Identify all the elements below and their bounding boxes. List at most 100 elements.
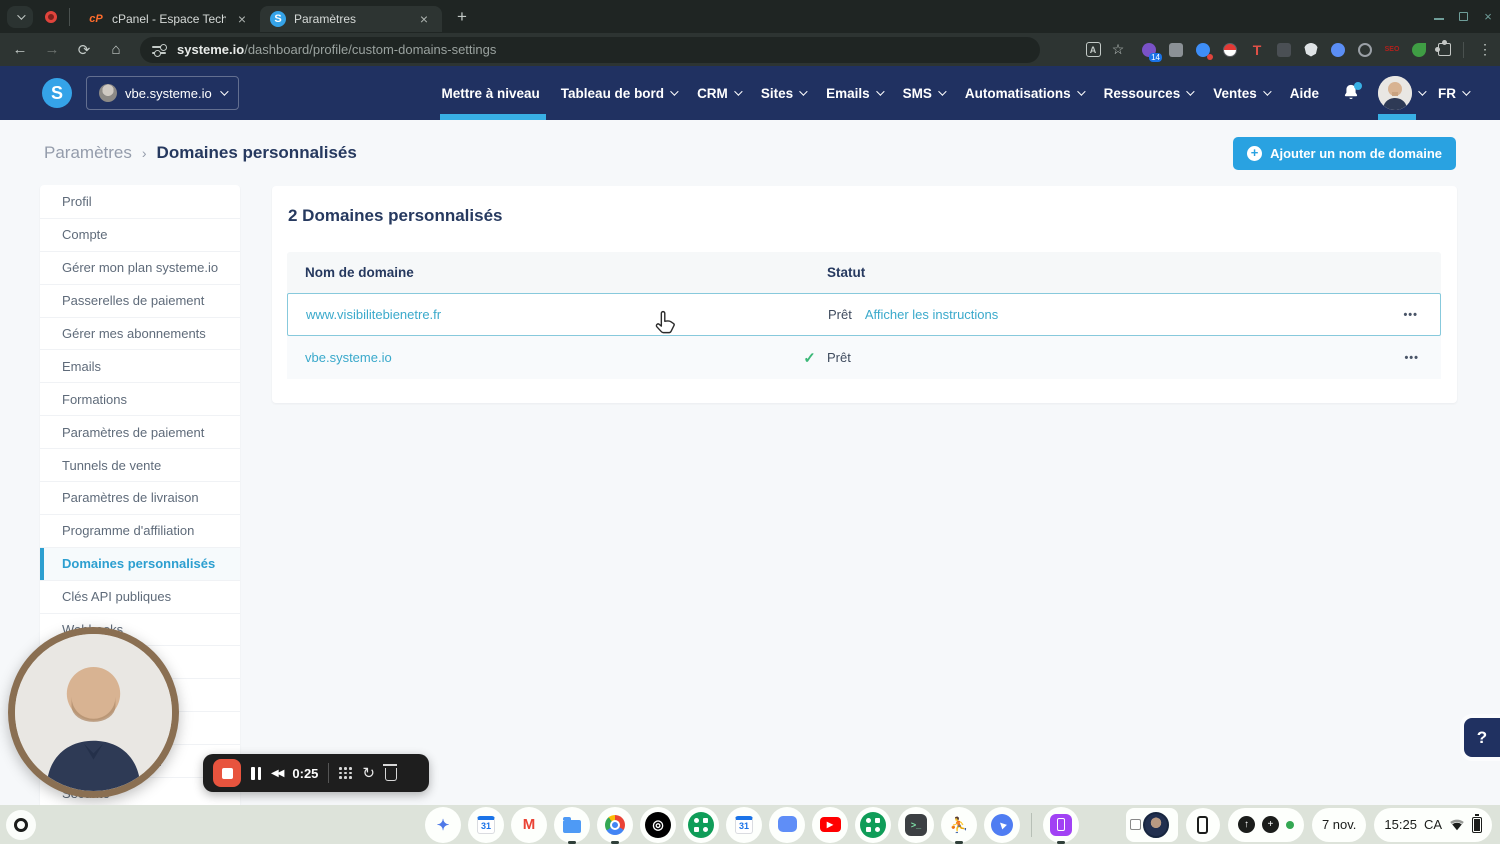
sidebar-item-g-rer-mes-abonnements[interactable]: Gérer mes abonnements [40, 317, 240, 350]
date-tray[interactable]: 7 nov. [1312, 808, 1366, 842]
domain-cell: www.visibilitebienetre.fr [288, 307, 793, 322]
camera-ext-icon[interactable] [1275, 41, 1293, 59]
gmail-icon[interactable]: M [511, 807, 547, 843]
nav-item-ressources[interactable]: Ressources [1104, 66, 1193, 120]
sidebar-item-domaines-personnalis-s[interactable]: Domaines personnalisés [40, 547, 240, 580]
nav-item-crm[interactable]: CRM [697, 66, 740, 120]
pause-recording-button[interactable] [251, 767, 261, 780]
rocket-icon[interactable]: ▲ [984, 807, 1020, 843]
chrome-icon[interactable] [597, 807, 633, 843]
password-manager-icon[interactable]: 14 [1140, 41, 1158, 59]
browser-menu-icon[interactable]: ⋮ [1478, 41, 1492, 58]
rewind-icon[interactable]: ◀◀ [271, 768, 282, 779]
restart-recording-icon[interactable]: ↻ [362, 764, 375, 782]
nav-item-tableau-de-bord[interactable]: Tableau de bord [561, 66, 676, 120]
audio-spiral-icon[interactable]: ◎ [640, 807, 676, 843]
files-icon[interactable] [554, 807, 590, 843]
quick-status-tray[interactable]: ↑ + [1228, 808, 1304, 842]
gemini-icon[interactable]: ✦ [425, 807, 461, 843]
youtube-icon[interactable]: ▶ [812, 807, 848, 843]
stop-recording-button[interactable] [213, 759, 241, 787]
shield-icon[interactable] [1302, 41, 1320, 59]
sidebar-item-compte[interactable]: Compte [40, 218, 240, 251]
terminal-icon[interactable]: >_ [898, 807, 934, 843]
browser-tab-parametres[interactable]: S Paramètres × [260, 6, 442, 32]
sidebar-item-cl-s-api-publiques[interactable]: Clés API publiques [40, 580, 240, 613]
globe-icon[interactable] [1356, 41, 1374, 59]
chevron-down-icon [938, 87, 946, 95]
sidebar-item-programme-d-affiliation[interactable]: Programme d'affiliation [40, 514, 240, 547]
nav-item-emails[interactable]: Emails [826, 66, 882, 120]
colorpicker-icon[interactable] [1194, 41, 1212, 59]
calendar-alt-icon[interactable]: 31 [726, 807, 762, 843]
launcher-button[interactable] [6, 810, 36, 840]
add-domain-button[interactable]: + Ajouter un nom de domaine [1233, 137, 1456, 170]
close-tab-icon[interactable]: × [234, 11, 250, 27]
delete-recording-icon[interactable] [385, 768, 397, 781]
systeme-logo[interactable]: S [42, 78, 72, 108]
webcam-bubble[interactable] [8, 627, 179, 798]
calendar-icon[interactable]: 31 [468, 807, 504, 843]
new-tab-button[interactable]: + [450, 5, 474, 29]
blue-flower-icon[interactable] [1329, 41, 1347, 59]
nav-item-automatisations[interactable]: Automatisations [965, 66, 1083, 120]
meet-people-icon[interactable]: ⛹ [941, 807, 977, 843]
sidebar-item-g-rer-mon-plan-systeme-io[interactable]: Gérer mon plan systeme.io [40, 251, 240, 284]
seo-icon[interactable]: SEO [1383, 41, 1401, 59]
play-family-icon[interactable] [683, 807, 719, 843]
close-tab-icon[interactable]: × [416, 11, 432, 27]
red-t-icon[interactable]: T [1248, 41, 1266, 59]
sidebar-item-param-tres-de-livraison[interactable]: Paramètres de livraison [40, 481, 240, 514]
sidebar-item-passerelles-de-paiement[interactable]: Passerelles de paiement [40, 284, 240, 317]
home-icon[interactable]: ⌂ [104, 38, 128, 62]
cpanel-favicon: cP [88, 11, 104, 27]
back-icon[interactable]: ← [8, 38, 32, 62]
forward-icon[interactable]: → [40, 38, 64, 62]
language-selector[interactable]: FR [1438, 86, 1468, 101]
address-bar[interactable]: systeme.io/dashboard/profile/custom-doma… [140, 37, 1040, 63]
sidebar-item-tunnels-de-vente[interactable]: Tunnels de vente [40, 448, 240, 481]
sidebar-item-param-tres-de-paiement[interactable]: Paramètres de paiement [40, 415, 240, 448]
sidebar-item-profil[interactable]: Profil [40, 185, 240, 218]
nav-item-ventes[interactable]: Ventes [1213, 66, 1269, 120]
table-row[interactable]: www.visibilitebienetre.frPrêtAfficher le… [287, 293, 1441, 336]
row-menu-icon[interactable]: ••• [1404, 352, 1419, 364]
phone-hub-app-icon[interactable] [1043, 807, 1079, 843]
presenter-video [15, 634, 172, 791]
row-menu-icon[interactable]: ••• [1403, 309, 1418, 321]
nav-item-aide[interactable]: Aide [1290, 66, 1319, 120]
sidebar-item-formations[interactable]: Formations [40, 382, 240, 415]
screenshot-preview[interactable] [1126, 808, 1178, 842]
sidebar-item-emails[interactable]: Emails [40, 349, 240, 382]
close-window-icon[interactable]: × [1482, 11, 1494, 23]
nav-item-mettre-niveau[interactable]: Mettre à niveau [442, 66, 540, 120]
tab-search-button[interactable] [7, 6, 33, 28]
extensions-puzzle-icon[interactable] [1438, 43, 1451, 56]
instructions-link[interactable]: Afficher les instructions [865, 307, 998, 322]
nav-item-sms[interactable]: SMS [903, 66, 944, 120]
browser-tab-cpanel[interactable]: cP cPanel - Espace Technique × [78, 6, 260, 32]
maximize-icon[interactable] [1459, 12, 1468, 21]
phone-hub-icon[interactable] [1186, 808, 1220, 842]
green-leaf-icon[interactable] [1410, 41, 1428, 59]
notifications-bell[interactable] [1340, 82, 1362, 104]
site-settings-icon[interactable] [152, 44, 168, 56]
reload-icon[interactable]: ⟳ [72, 38, 96, 62]
qr-grid-icon[interactable] [855, 807, 891, 843]
chat-icon[interactable] [769, 807, 805, 843]
help-button[interactable]: ? [1464, 718, 1500, 757]
system-tray[interactable]: 15:25 CA [1374, 808, 1492, 842]
workspace-selector[interactable]: vbe.systeme.io [86, 76, 239, 110]
nav-item-sites[interactable]: Sites [761, 66, 805, 120]
pokeball-icon[interactable] [1221, 41, 1239, 59]
minimize-icon[interactable] [1434, 13, 1444, 20]
tools-grid-icon[interactable] [339, 767, 352, 779]
domain-link[interactable]: vbe.systeme.io [305, 350, 392, 365]
domain-link[interactable]: www.visibilitebienetre.fr [306, 307, 441, 322]
profile-menu[interactable] [1378, 66, 1424, 120]
table-row[interactable]: vbe.systeme.io✓Prêt••• [287, 336, 1441, 379]
grey-tool-icon[interactable] [1167, 41, 1185, 59]
translate-icon[interactable]: A [1086, 42, 1101, 57]
bookmark-star-icon[interactable]: ☆ [1109, 41, 1127, 59]
breadcrumb-parent[interactable]: Paramètres [44, 143, 132, 163]
